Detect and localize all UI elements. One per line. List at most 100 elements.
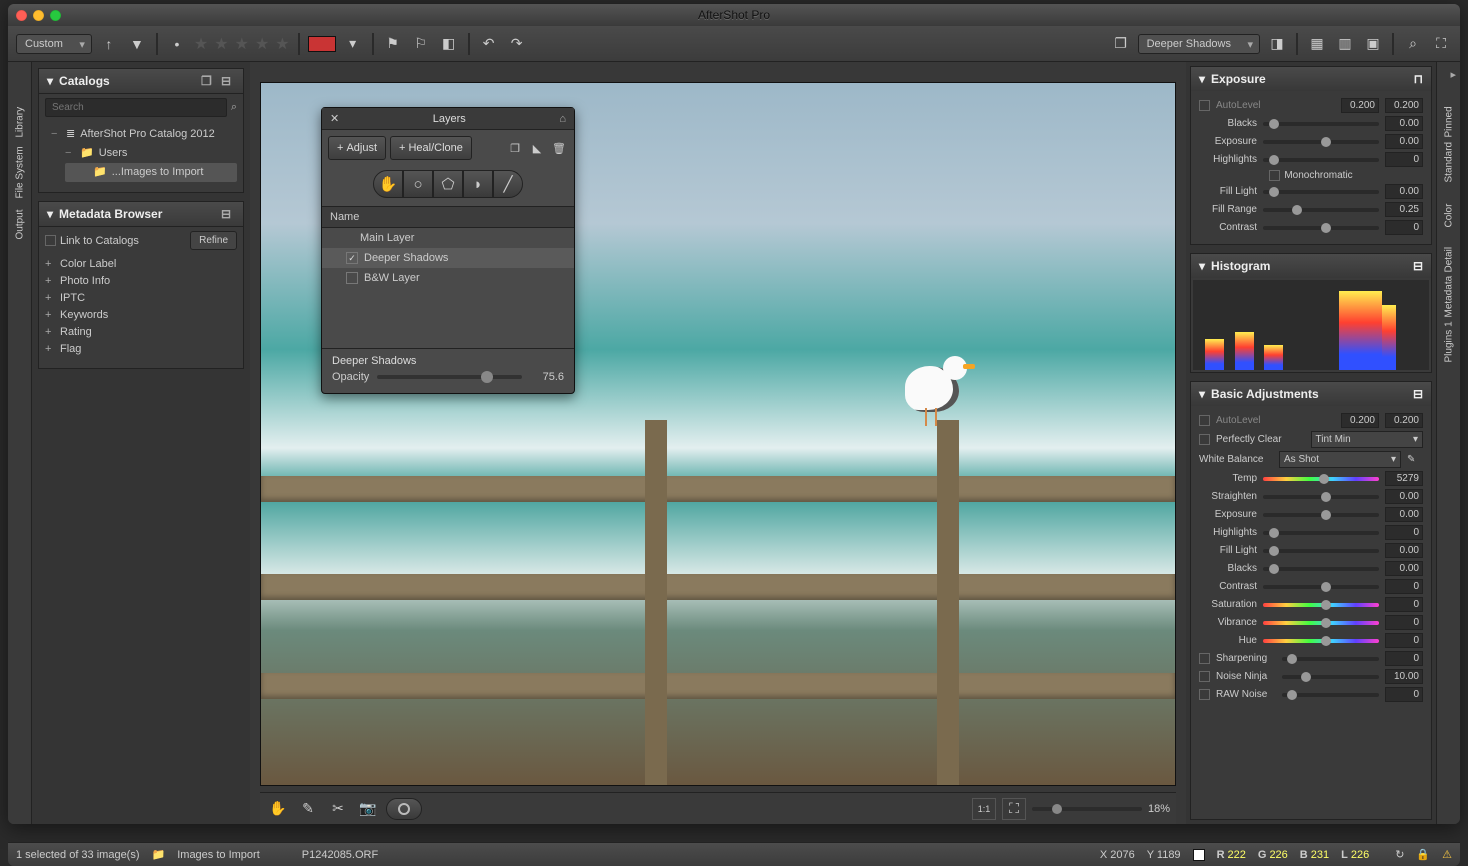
eyedropper-icon[interactable]: ✎: [1407, 454, 1423, 465]
value-field[interactable]: 0: [1385, 615, 1423, 630]
catalogs-header[interactable]: ▾ Catalogs ❐ ⊟: [39, 69, 243, 94]
filter-icon[interactable]: ▼: [126, 33, 148, 55]
layer-item[interactable]: B&W Layer: [322, 268, 574, 288]
noise-checkbox[interactable]: [1199, 671, 1210, 682]
value-slider[interactable]: [1263, 531, 1379, 535]
pin-icon[interactable]: ⊟: [221, 74, 235, 88]
layers-icon[interactable]: ❐: [1110, 33, 1132, 55]
value-field[interactable]: 5279: [1385, 471, 1423, 486]
circle-tool[interactable]: ○: [403, 170, 433, 198]
compare-icon[interactable]: ◨: [1266, 33, 1288, 55]
exposure-header[interactable]: ▾Exposure⊓: [1191, 67, 1431, 91]
value-field[interactable]: 0: [1385, 525, 1423, 540]
crop-icon[interactable]: ✂: [326, 798, 350, 820]
heal-clone-button[interactable]: +Heal/Clone: [390, 136, 472, 160]
value-slider[interactable]: [1263, 140, 1379, 144]
copy-layer-icon[interactable]: ❐: [506, 139, 524, 157]
invert-icon[interactable]: ◣: [528, 139, 546, 157]
value-slider[interactable]: [1263, 226, 1379, 230]
search-icon[interactable]: ⌕: [231, 101, 237, 114]
hand-icon[interactable]: ✋: [266, 798, 290, 820]
metadata-item[interactable]: +Photo Info: [45, 273, 237, 290]
brush-tool[interactable]: ╱: [493, 170, 523, 198]
chevron-down-icon[interactable]: ▾: [342, 33, 364, 55]
star-3[interactable]: ★: [235, 34, 249, 54]
value-slider[interactable]: [1263, 122, 1379, 126]
tint-dropdown[interactable]: Tint Min: [1311, 431, 1424, 448]
metadata-item[interactable]: +Flag: [45, 341, 237, 358]
value-slider[interactable]: [1263, 603, 1379, 607]
polygon-tool[interactable]: ⬠: [433, 170, 463, 198]
star-4[interactable]: ★: [255, 34, 269, 54]
camera-icon[interactable]: 📷: [356, 798, 380, 820]
value-slider[interactable]: [1263, 477, 1379, 481]
flag-icon[interactable]: ⚑: [382, 33, 404, 55]
magnifier-icon[interactable]: ⌕: [1402, 33, 1424, 55]
catalog-images-import[interactable]: 📁...Images to Import: [65, 163, 237, 182]
fit-icon[interactable]: ⛶: [1002, 798, 1026, 820]
value-slider[interactable]: [1263, 549, 1379, 553]
metadata-item[interactable]: +Rating: [45, 324, 237, 341]
pin-icon[interactable]: ⊓: [1414, 72, 1423, 86]
value-field[interactable]: 0: [1385, 633, 1423, 648]
tab-output[interactable]: Output: [15, 180, 26, 240]
layer-visible-checkbox[interactable]: [346, 252, 358, 264]
wb-dropdown[interactable]: As Shot: [1279, 451, 1401, 468]
value-slider[interactable]: [1263, 158, 1379, 162]
link-catalogs-checkbox[interactable]: [45, 235, 56, 246]
adjust-button[interactable]: +Adjust: [328, 136, 386, 160]
perfectly-clear-checkbox[interactable]: [1199, 434, 1210, 445]
value-slider[interactable]: [1263, 585, 1379, 589]
value-field[interactable]: 0.00: [1385, 561, 1423, 576]
close-button[interactable]: [16, 10, 27, 21]
layer-item[interactable]: Main Layer: [322, 228, 574, 248]
histogram-header[interactable]: ▾Histogram⊟: [1191, 254, 1431, 278]
opacity-slider[interactable]: [377, 375, 522, 379]
warning-icon[interactable]: ⚠: [1442, 848, 1452, 861]
value-field[interactable]: 0: [1385, 597, 1423, 612]
star-5[interactable]: ★: [275, 34, 289, 54]
autolevel-checkbox[interactable]: [1199, 415, 1210, 426]
catalog-users[interactable]: −📁Users: [51, 144, 237, 163]
redo-icon[interactable]: ↷: [506, 33, 528, 55]
sharpening-slider[interactable]: [1282, 657, 1379, 661]
metadata-header[interactable]: ▾ Metadata Browser ⊟: [39, 202, 243, 227]
refine-button[interactable]: Refine: [190, 231, 237, 250]
trash-icon[interactable]: 🗑: [550, 139, 568, 157]
one-to-one-icon[interactable]: 1:1: [972, 798, 996, 820]
value-slider[interactable]: [1263, 513, 1379, 517]
dot-icon[interactable]: •: [166, 33, 188, 55]
value-slider[interactable]: [1263, 621, 1379, 625]
value-slider[interactable]: [1263, 190, 1379, 194]
star-2[interactable]: ★: [214, 34, 228, 54]
value-slider[interactable]: [1263, 208, 1379, 212]
metadata-item[interactable]: +IPTC: [45, 290, 237, 307]
star-1[interactable]: ★: [194, 34, 208, 54]
layer-visible-checkbox[interactable]: [346, 272, 358, 284]
arrow-up-icon[interactable]: ↑: [98, 33, 120, 55]
value-field[interactable]: 0.00: [1385, 507, 1423, 522]
hand-tool[interactable]: ✋: [373, 170, 403, 198]
value-field[interactable]: 0.00: [1385, 116, 1423, 131]
metadata-item[interactable]: +Color Label: [45, 256, 237, 273]
autolevel-checkbox[interactable]: [1199, 100, 1210, 111]
value-slider[interactable]: [1263, 639, 1379, 643]
rawnoise-checkbox[interactable]: [1199, 689, 1210, 700]
value-field[interactable]: 0.00: [1385, 489, 1423, 504]
mono-checkbox[interactable]: [1269, 170, 1280, 181]
flag-crossed-icon[interactable]: ⚐: [410, 33, 432, 55]
tag-icon[interactable]: ◧: [438, 33, 460, 55]
pin-icon[interactable]: ⊟: [221, 207, 235, 221]
minimize-button[interactable]: [33, 10, 44, 21]
copy-icon[interactable]: ❐: [201, 74, 215, 88]
lock-icon[interactable]: 🔒: [1416, 848, 1430, 861]
split-view-icon[interactable]: ▥: [1334, 33, 1356, 55]
image-view-icon[interactable]: ▣: [1362, 33, 1384, 55]
value-slider[interactable]: [1263, 567, 1379, 571]
value-field[interactable]: 0.00: [1385, 134, 1423, 149]
noise-slider[interactable]: [1282, 675, 1379, 679]
zoom-button[interactable]: [50, 10, 61, 21]
value-field[interactable]: 0: [1385, 579, 1423, 594]
tab-plugins[interactable]: Plugins 1: [1444, 303, 1455, 363]
thumbnails-view-icon[interactable]: ▦: [1306, 33, 1328, 55]
